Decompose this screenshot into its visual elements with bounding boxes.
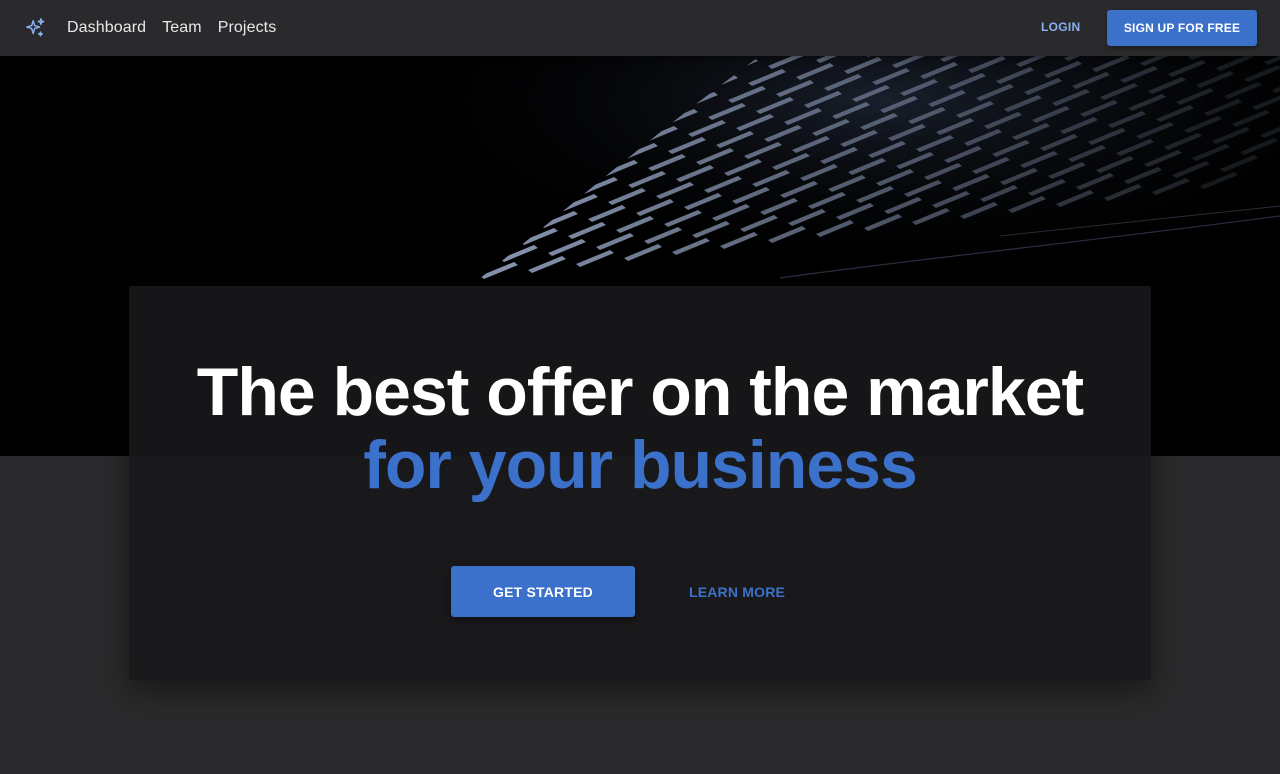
nav-link-projects[interactable]: Projects <box>218 19 277 37</box>
top-navbar: Dashboard Team Projects LOGIN SIGN UP FO… <box>0 0 1280 56</box>
learn-more-button[interactable]: LEARN MORE <box>677 566 797 617</box>
hero-card: The best offer on the market for your bu… <box>129 286 1151 680</box>
nav-links: Dashboard Team Projects <box>67 0 276 56</box>
signup-button[interactable]: SIGN UP FOR FREE <box>1107 10 1257 46</box>
hero-subheadline: for your business <box>363 427 918 503</box>
get-started-button[interactable]: GET STARTED <box>451 566 635 617</box>
nav-link-dashboard[interactable]: Dashboard <box>67 19 146 37</box>
sparkles-icon[interactable] <box>24 17 46 39</box>
login-button[interactable]: LOGIN <box>1041 20 1081 34</box>
nav-link-team[interactable]: Team <box>162 19 202 37</box>
hero-headline: The best offer on the market <box>196 354 1084 430</box>
